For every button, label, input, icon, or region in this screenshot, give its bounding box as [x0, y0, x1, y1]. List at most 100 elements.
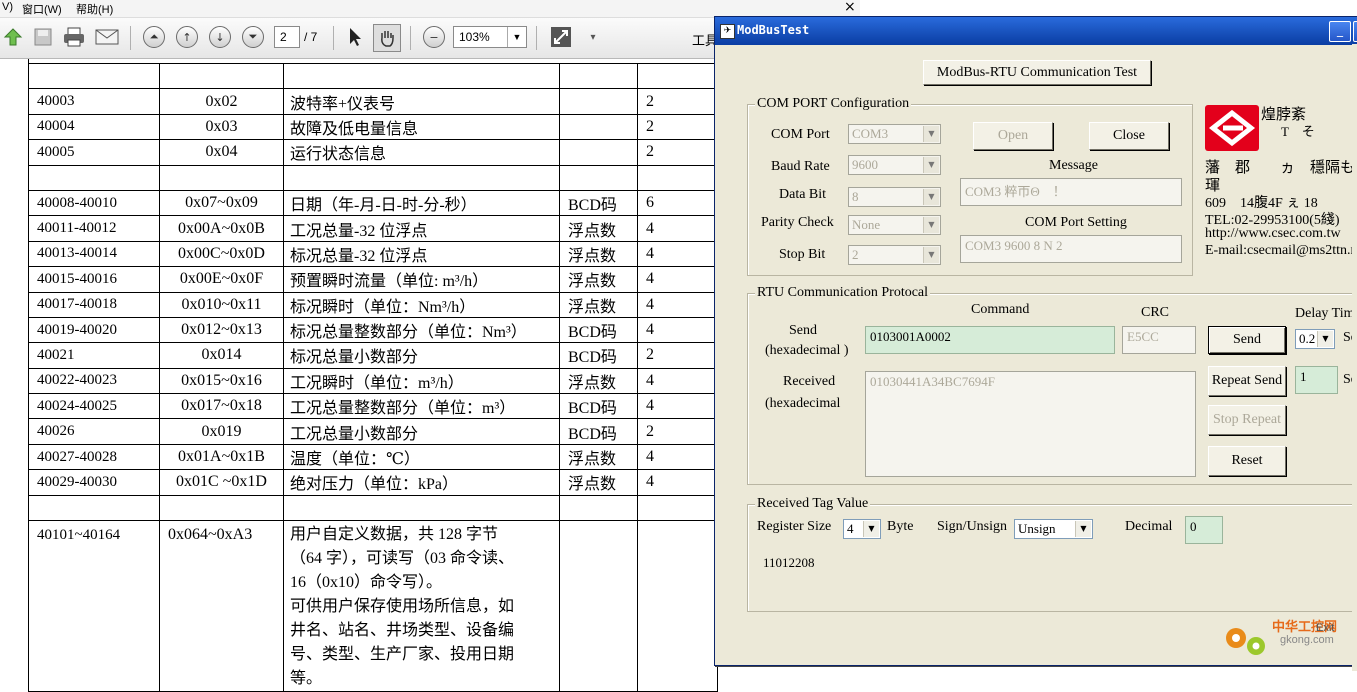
message-field[interactable]: COM3 粹帀Θ ！ — [960, 178, 1182, 206]
data-bit-select[interactable]: 8 ▼ — [848, 187, 941, 207]
description-line: 可供用户保存使用场所信息，如 — [290, 598, 515, 616]
table-cell — [559, 62, 638, 90]
table-cell: 工况总量小数部分 — [283, 418, 560, 445]
table-cell: 0x04 — [159, 139, 284, 166]
table-row: 40005 0x04 运行状态信息 2 — [28, 139, 718, 166]
message-label: Message — [1049, 158, 1098, 173]
register-size-select[interactable]: 4 ▼ — [843, 519, 881, 539]
menu-window[interactable]: 窗口(W) — [22, 1, 62, 17]
last-page-icon[interactable]: ⏷ — [242, 26, 264, 48]
table-cell — [28, 164, 160, 191]
send-command-field[interactable]: 0103001A0002 — [865, 326, 1115, 354]
table-cell: 标况总量-32 位浮点 — [283, 240, 560, 268]
zoom-input[interactable]: 103% ▼ — [453, 26, 527, 48]
description-line: 用户自定义数据，共 128 字节 — [290, 526, 499, 544]
table-cell: 故障及低电量信息 — [283, 113, 560, 141]
table-cell: 工况总量整数部分（单位：m³） — [283, 393, 560, 420]
table-cell: 2 — [637, 342, 718, 369]
baud-rate-select[interactable]: 9600 ▼ — [848, 155, 941, 175]
table-cell: 浮点数 — [559, 215, 638, 242]
table-cell: 40015-40016 — [28, 266, 160, 293]
open-button[interactable]: Open — [973, 122, 1053, 150]
print-icon[interactable] — [61, 24, 87, 50]
table-cell: 2 — [637, 113, 718, 141]
hand-tool-icon[interactable] — [373, 24, 401, 52]
table-row: 40029-40030 0x01C ~0x1D 绝对压力（单位：kPa） 浮点数 4 — [28, 469, 718, 496]
table-cell: BCD码 — [559, 393, 638, 420]
table-cell: 40003 — [28, 88, 160, 115]
chevron-down-icon: ▼ — [923, 247, 939, 263]
menu-help[interactable]: 帮助(H) — [76, 1, 113, 17]
page-number-input[interactable]: 2 — [274, 26, 300, 48]
table-cell: 0x07~0x09 — [159, 189, 284, 217]
repeat-interval-field[interactable]: 1 — [1295, 366, 1338, 394]
send-label: Send — [789, 323, 817, 338]
com-port-setting-label: COM Port Setting — [1025, 215, 1127, 230]
received-field[interactable]: 01030441A34BC7694F — [865, 371, 1196, 477]
description-line: 井名、站名、井场类型、设备编 — [290, 622, 515, 640]
toolbar-options-icon[interactable]: ▾ — [580, 24, 606, 50]
received-label: Received — [783, 374, 836, 389]
crc-field[interactable]: E5CC — [1122, 326, 1196, 354]
table-cell: 0x010~0x11 — [159, 291, 284, 318]
sign-unsign-select[interactable]: Unsign ▼ — [1014, 519, 1093, 539]
email-icon[interactable] — [94, 24, 120, 50]
com-port-select[interactable]: COM3 ▼ — [848, 124, 941, 144]
stop-repeat-button[interactable]: Stop Repeat — [1208, 405, 1286, 435]
table-cell: 0x00A~0x0B — [159, 215, 284, 242]
table-cell: 40017-40018 — [28, 291, 160, 318]
crc-label: CRC — [1141, 305, 1170, 320]
table-cell: 0x01C ~0x1D — [159, 469, 284, 496]
modbus-window: ✈ ModBusTest _ □ ModBus-RTU Communicatio… — [714, 16, 1357, 666]
watermark: 中华工控网 Exit gkong.com — [1220, 612, 1350, 664]
byte-label: Byte — [887, 519, 914, 534]
table-cell — [283, 62, 560, 90]
table-cell: 4 — [637, 443, 718, 471]
decimal-field[interactable]: 0 — [1185, 516, 1223, 544]
table-cell — [637, 164, 718, 191]
fit-page-icon[interactable] — [548, 24, 574, 50]
tag-value-result: 11012208 — [763, 555, 815, 570]
chevron-down-icon: ▼ — [1075, 521, 1091, 537]
select-tool-icon[interactable] — [342, 24, 368, 50]
create-icon[interactable] — [0, 24, 26, 50]
chevron-down-icon: ▼ — [863, 521, 879, 537]
table-cell: 40005 — [28, 139, 160, 166]
company-email[interactable]: E-mail:csecmail@ms2ttn.net — [1205, 243, 1357, 259]
delay-time-select[interactable]: 0.2 ▼ — [1295, 329, 1335, 349]
reset-button[interactable]: Reset — [1208, 446, 1286, 476]
company-website[interactable]: http://www.csec.com.tw — [1205, 226, 1341, 242]
table-cell — [283, 164, 560, 191]
menu-view-partial[interactable]: V) — [2, 1, 13, 13]
zoom-out-icon[interactable]: − — [423, 26, 445, 48]
document-close-icon[interactable]: × — [844, 0, 856, 15]
table-cell: 浮点数 — [559, 266, 638, 293]
modbus-titlebar[interactable]: ✈ ModBusTest _ □ — [715, 17, 1357, 45]
watermark-exit: Exit — [1316, 622, 1335, 634]
next-page-icon[interactable]: ↓ — [209, 26, 231, 48]
header-title-button[interactable]: ModBus-RTU Communication Test — [923, 60, 1151, 85]
minimize-icon[interactable]: _ — [1329, 21, 1351, 42]
parity-check-select[interactable]: None ▼ — [848, 215, 941, 235]
table-cell: 波特率+仪表号 — [283, 88, 560, 115]
first-page-icon[interactable]: ⏶ — [143, 26, 165, 48]
stop-bit-select[interactable]: 2 ▼ — [848, 245, 941, 265]
company-line-b: 藩 郡 ヵ 穩隔も — [1205, 160, 1356, 176]
received-hex-label: (hexadecimal — [765, 396, 841, 411]
repeat-send-button[interactable]: Repeat Send — [1208, 366, 1286, 396]
send-hex-label: (hexadecimal ) — [765, 343, 849, 358]
table-row: 40011-40012 0x00A~0x0B 工况总量-32 位浮点 浮点数 4 — [28, 215, 718, 242]
table-cell — [637, 494, 718, 522]
chevron-down-icon: ▼ — [923, 217, 939, 233]
close-button[interactable]: Close — [1089, 122, 1169, 150]
table-cell: 4 — [637, 215, 718, 242]
save-icon[interactable] — [30, 24, 56, 50]
maximize-icon[interactable]: □ — [1353, 21, 1357, 42]
table-cell: 用户自定义数据，共 128 字节 （64 字），可读写（03 命令读、 16（0x1… — [283, 520, 560, 692]
table-cell: 绝对压力（单位：kPa） — [283, 469, 560, 496]
send-button[interactable]: Send — [1208, 326, 1286, 354]
com-port-setting-field[interactable]: COM3 9600 8 N 2 — [960, 235, 1182, 263]
table-cell: 0x00E~0x0F — [159, 266, 284, 293]
zoom-dropdown-icon[interactable]: ▼ — [507, 27, 526, 47]
prev-page-icon[interactable]: ↑ — [176, 26, 198, 48]
